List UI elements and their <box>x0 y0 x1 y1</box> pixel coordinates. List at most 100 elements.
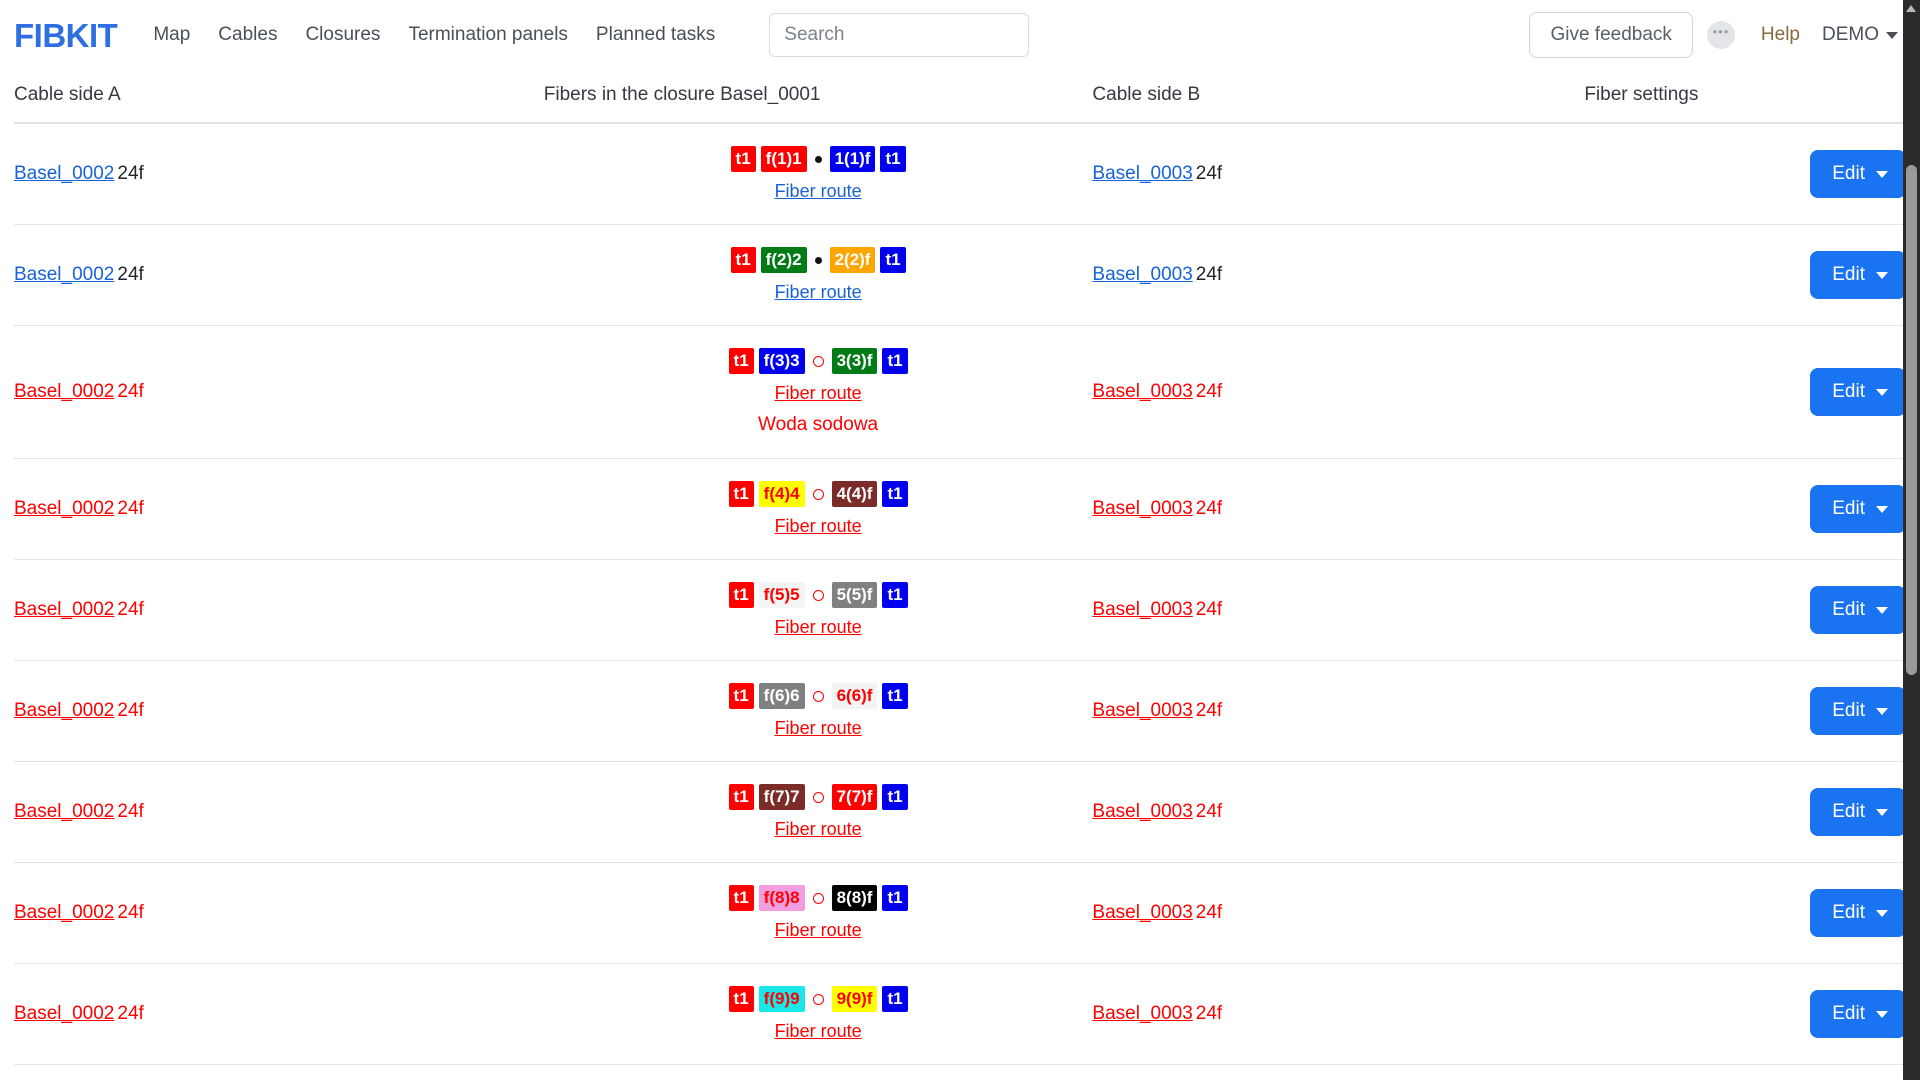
fiber-badge[interactable]: 4(4)f <box>832 481 878 507</box>
fiber-route-link[interactable]: Fiber route <box>544 718 1093 739</box>
fiber-badge[interactable]: f(4)4 <box>759 481 805 507</box>
edit-button-label: Edit <box>1832 599 1865 621</box>
cable-side-b-link[interactable]: Basel_0003 <box>1092 700 1192 721</box>
nav-link-map[interactable]: Map <box>139 18 204 52</box>
fiber-badge[interactable]: t1 <box>729 582 754 608</box>
fiber-badge[interactable]: f(2)2 <box>761 247 807 273</box>
cable-side-a-link[interactable]: Basel_0002 <box>14 902 114 923</box>
fiber-badge[interactable]: f(7)7 <box>759 784 805 810</box>
cable-side-b-link[interactable]: Basel_0003 <box>1092 498 1192 519</box>
fiber-badge[interactable]: f(1)1 <box>761 146 807 172</box>
cable-side-b-link[interactable]: Basel_0003 <box>1092 801 1192 822</box>
help-link[interactable]: Help <box>1751 18 1810 52</box>
cell-fibers: t1f(8)88(8)ft1Fiber route <box>544 863 1093 964</box>
nav-link-cables[interactable]: Cables <box>204 18 291 52</box>
fiber-badge[interactable]: 5(5)f <box>832 582 878 608</box>
fiber-badge[interactable]: 1(1)f <box>830 146 876 172</box>
cable-side-b-link[interactable]: Basel_0003 <box>1092 381 1192 402</box>
fiber-badge[interactable]: 9(9)f <box>832 986 878 1012</box>
fiber-badge[interactable]: t1 <box>880 146 905 172</box>
cable-side-b-link[interactable]: Basel_0003 <box>1092 163 1192 184</box>
fiber-route-link[interactable]: Fiber route <box>544 181 1093 202</box>
edit-button[interactable]: Edit <box>1810 485 1906 533</box>
cable-side-a-link[interactable]: Basel_0002 <box>14 599 114 620</box>
cable-side-a-fiber-count: 24f <box>117 700 143 721</box>
give-feedback-button[interactable]: Give feedback <box>1529 12 1692 58</box>
search-input[interactable] <box>769 13 1029 57</box>
cell-cable-side-a: Basel_000224f <box>14 964 544 1065</box>
fiber-badge[interactable]: t1 <box>729 885 754 911</box>
fiber-badge[interactable]: t1 <box>882 348 907 374</box>
cable-side-b-link[interactable]: Basel_0003 <box>1092 902 1192 923</box>
cable-side-a-link[interactable]: Basel_0002 <box>14 264 114 285</box>
fiber-route-link[interactable]: Fiber route <box>544 920 1093 941</box>
cable-side-a-link[interactable]: Basel_0002 <box>14 700 114 721</box>
cable-side-a-link[interactable]: Basel_0002 <box>14 381 114 402</box>
fiber-badge[interactable]: 6(6)f <box>832 683 878 709</box>
fiber-badge[interactable]: t1 <box>882 683 907 709</box>
fiber-badge[interactable]: f(6)6 <box>759 683 805 709</box>
fiber-route-link[interactable]: Fiber route <box>544 1021 1093 1042</box>
cell-fiber-settings: Edit <box>1584 560 1906 661</box>
fiber-badge[interactable]: f(9)9 <box>759 986 805 1012</box>
fiber-route-link[interactable]: Fiber route <box>544 617 1093 638</box>
cable-side-a-fiber-count: 24f <box>117 599 143 620</box>
cable-side-b-link[interactable]: Basel_0003 <box>1092 1003 1192 1024</box>
brand-logo[interactable]: FIBKIT <box>14 19 117 52</box>
edit-button[interactable]: Edit <box>1810 586 1906 634</box>
vertical-scrollbar[interactable] <box>1903 0 1920 1080</box>
account-menu[interactable]: DEMO <box>1810 18 1904 52</box>
fiber-route-link[interactable]: Fiber route <box>544 383 1093 404</box>
fiber-badge[interactable]: 7(7)f <box>832 784 878 810</box>
edit-button[interactable]: Edit <box>1810 788 1906 836</box>
fiber-badge[interactable]: f(5)5 <box>759 582 805 608</box>
fiber-route-link[interactable]: Fiber route <box>544 282 1093 303</box>
cable-side-b-link[interactable]: Basel_0003 <box>1092 264 1192 285</box>
cell-cable-side-a: Basel_000224f <box>14 123 544 225</box>
edit-button[interactable]: Edit <box>1810 368 1906 416</box>
fiber-badge[interactable]: 8(8)f <box>832 885 878 911</box>
edit-button[interactable]: Edit <box>1810 687 1906 735</box>
cable-side-a-link[interactable]: Basel_0002 <box>14 801 114 822</box>
edit-button[interactable]: Edit <box>1810 251 1906 299</box>
edit-button[interactable]: Edit <box>1810 990 1906 1038</box>
fiber-badge[interactable]: t1 <box>882 582 907 608</box>
fiber-badge[interactable]: t1 <box>731 146 756 172</box>
edit-button[interactable]: Edit <box>1810 150 1906 198</box>
fiber-badge[interactable]: t1 <box>880 247 905 273</box>
fiber-badge[interactable]: t1 <box>729 986 754 1012</box>
cable-side-a-link[interactable]: Basel_0002 <box>14 498 114 519</box>
fiber-badge[interactable]: t1 <box>731 247 756 273</box>
fiber-badge[interactable]: t1 <box>882 885 907 911</box>
chevron-down-icon <box>1876 272 1888 279</box>
cable-side-a-fiber-count: 24f <box>117 902 143 923</box>
fiber-badge[interactable]: t1 <box>729 784 754 810</box>
avatar[interactable]: ••• <box>1707 21 1735 49</box>
cable-side-a-fiber-count: 24f <box>117 381 143 402</box>
fiber-badge[interactable]: 2(2)f <box>830 247 876 273</box>
fiber-badge[interactable]: 3(3)f <box>832 348 878 374</box>
nav-link-termination-panels[interactable]: Termination panels <box>394 18 581 52</box>
cable-side-a-fiber-count: 24f <box>117 264 143 285</box>
nav-link-closures[interactable]: Closures <box>291 18 394 52</box>
nav-link-planned-tasks[interactable]: Planned tasks <box>582 18 729 52</box>
cable-side-b-link[interactable]: Basel_0003 <box>1092 599 1192 620</box>
fiber-badge[interactable]: f(8)8 <box>759 885 805 911</box>
fiber-badge[interactable]: t1 <box>882 481 907 507</box>
cable-side-a-link[interactable]: Basel_0002 <box>14 163 114 184</box>
fiber-badge[interactable]: t1 <box>729 481 754 507</box>
edit-button-label: Edit <box>1832 801 1865 823</box>
fiber-badge[interactable]: t1 <box>729 683 754 709</box>
fiber-badge[interactable]: t1 <box>729 348 754 374</box>
table-head: Cable side A Fibers in the closure Basel… <box>14 70 1906 123</box>
fiber-route-link[interactable]: Fiber route <box>544 516 1093 537</box>
scrollbar-thumb[interactable] <box>1906 165 1917 675</box>
cable-side-a-link[interactable]: Basel_0002 <box>14 1003 114 1024</box>
edit-button[interactable]: Edit <box>1810 889 1906 937</box>
cell-fibers: t1f(6)66(6)ft1Fiber route <box>544 661 1093 762</box>
fiber-badge[interactable]: f(3)3 <box>759 348 805 374</box>
fiber-badge[interactable]: t1 <box>882 784 907 810</box>
fiber-route-link[interactable]: Fiber route <box>544 819 1093 840</box>
fiber-badge[interactable]: t1 <box>882 986 907 1012</box>
scroll-up-arrow-icon[interactable] <box>1906 5 1916 12</box>
